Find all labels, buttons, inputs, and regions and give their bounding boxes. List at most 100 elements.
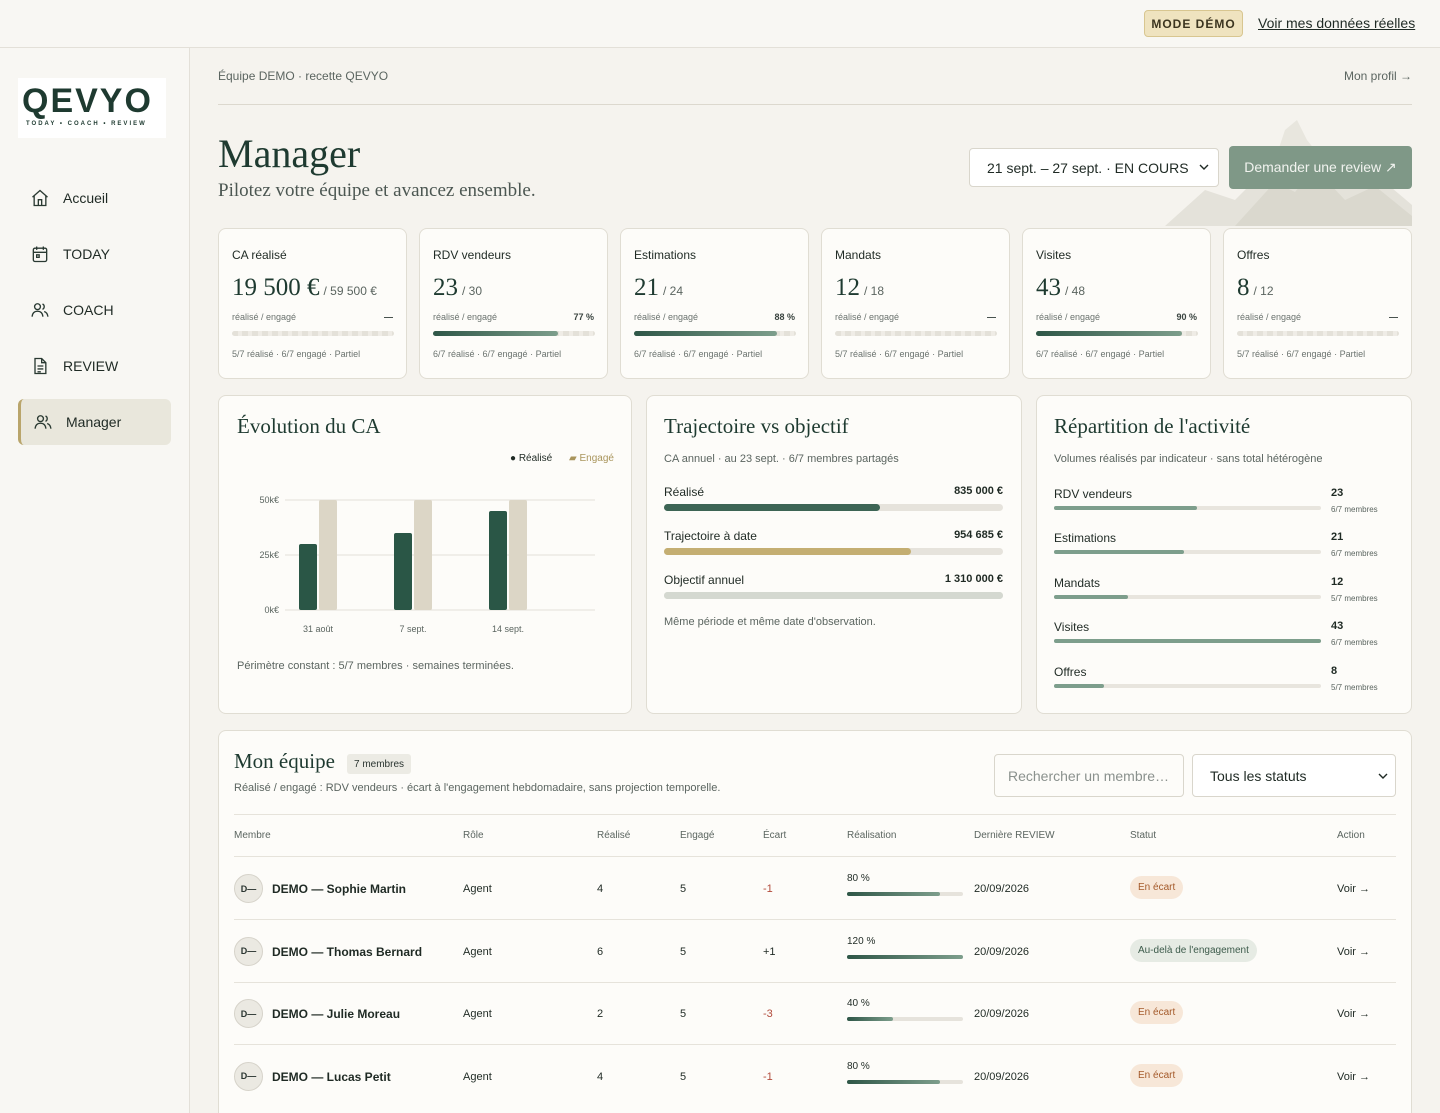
member-role: Agent	[463, 945, 492, 958]
trajectory-value: 835 000 €	[954, 485, 1003, 497]
avatar: D—	[234, 936, 263, 966]
repartition-value: 21	[1331, 531, 1344, 543]
chevron-down-icon	[1378, 773, 1388, 779]
repartition-members: 6/7 membres	[1331, 549, 1378, 558]
column-header: Rôle	[463, 830, 484, 841]
kpi-sub-label: réalisé / engagé	[433, 312, 498, 322]
trajectory-row: Réalisé 835 000 €	[664, 485, 1003, 511]
kpi-label: Estimations	[634, 248, 697, 262]
repartition-members: 5/7 membres	[1331, 683, 1378, 692]
member-name: DEMO — Thomas Bernard	[272, 944, 423, 959]
status-badge: En écart	[1130, 1063, 1184, 1087]
table-row[interactable]: D— DEMO — Sophie Martin Agent 4 5 -1 80 …	[234, 857, 1396, 919]
kpi-value-total: / 59 500 €	[323, 284, 377, 298]
sidebar-item-coach[interactable]: COACH	[18, 287, 171, 333]
repartition-value: 23	[1331, 487, 1344, 499]
repartition-fill	[1054, 639, 1321, 643]
trajectory-label: Trajectoire à date	[664, 529, 757, 543]
y-tick-label: 25k€	[259, 550, 279, 560]
legend-realise: ● Réalisé	[510, 453, 553, 464]
kpi-value: 12 / 18	[835, 274, 884, 302]
avatar: D—	[234, 874, 263, 903]
status-filter-value: Tous les statuts	[1210, 767, 1307, 784]
kpi-label: CA réalisé	[232, 248, 287, 262]
view-member-link[interactable]: Voir →	[1337, 1008, 1370, 1020]
repartition-fill	[1054, 550, 1185, 554]
realisation-fill	[847, 892, 940, 896]
avatar: D—	[234, 999, 263, 1028]
trajectory-row: Objectif annuel 1 310 000 €	[664, 573, 1003, 599]
table-row[interactable]: D— DEMO — Lucas Petit Agent 4 5 -1 80 % …	[234, 1045, 1396, 1107]
y-tick-label: 50k€	[259, 495, 279, 505]
member-ecart: -3	[763, 1008, 773, 1020]
member-engage: 5	[680, 1070, 687, 1083]
profile-link[interactable]: Mon profil →	[1344, 69, 1412, 83]
chart-note: Périmètre constant : 5/7 membres · semai…	[237, 660, 514, 672]
sidebar-item-accueil[interactable]: Accueil	[18, 175, 171, 221]
home-icon	[32, 189, 48, 207]
bar-engage	[509, 500, 527, 610]
week-select[interactable]: 21 sept. – 27 sept. · EN COURS	[969, 148, 1219, 187]
view-member-link[interactable]: Voir →	[1337, 946, 1370, 958]
status-filter-select[interactable]: Tous les statuts	[1192, 754, 1396, 797]
last-review-date: 20/09/2026	[974, 945, 1030, 958]
kpi-percent: 88 %	[774, 312, 795, 322]
week-select-value: 21 sept. – 27 sept. · EN COURS	[987, 159, 1189, 176]
kpi-value-main: 19 500 €	[232, 274, 320, 301]
kpi-progress-track	[433, 331, 595, 336]
demo-mode-badge: MODE DÉMO	[1144, 10, 1243, 37]
users-icon	[31, 303, 49, 317]
member-ecart: +1	[763, 945, 776, 958]
sidebar-item-today[interactable]: TODAY	[18, 231, 171, 277]
kpi-footnote: 5/7 réalisé · 6/7 engagé · Partiel	[1237, 349, 1366, 359]
sidebar-item-review[interactable]: REVIEW	[18, 343, 171, 389]
member-realise: 4	[597, 1070, 604, 1083]
kpi-label: Offres	[1237, 248, 1270, 262]
realisation-track	[847, 892, 963, 896]
view-member-link[interactable]: Voir →	[1337, 883, 1370, 895]
kpi-progress-track	[1237, 331, 1399, 336]
kpi-footnote: 6/7 réalisé · 6/7 engagé · Partiel	[634, 349, 763, 359]
repartition-value: 8	[1331, 665, 1338, 677]
repartition-row: RDV vendeurs 23 6/7 membres	[1054, 487, 1394, 514]
repartition-members: 6/7 membres	[1331, 505, 1378, 514]
realisation-percent: 80 %	[847, 873, 870, 884]
trajectory-fill	[664, 548, 912, 555]
kpi-percent: —	[1389, 312, 1398, 322]
last-review-date: 20/09/2026	[974, 1070, 1030, 1083]
y-tick-label: 0k€	[264, 605, 279, 615]
table-row[interactable]: D— DEMO — Julie Moreau Agent 2 5 -3 40 %…	[234, 982, 1396, 1044]
repartition-row: Offres 8 5/7 membres	[1054, 665, 1394, 692]
status-badge: Au-delà de l'engagement	[1130, 938, 1257, 962]
member-engage: 5	[680, 945, 687, 958]
chevron-down-icon	[1199, 164, 1209, 170]
table-row[interactable]: D— DEMO — Thomas Bernard Agent 6 5 +1 12…	[234, 920, 1396, 982]
table-divider	[234, 814, 1396, 815]
sidebar-item-manager[interactable]: Manager	[18, 399, 171, 445]
request-review-button[interactable]: Demander une review ↗	[1229, 146, 1412, 189]
kpi-percent: —	[987, 312, 996, 322]
realisation-fill	[847, 954, 963, 959]
trajectory-value: 954 685 €	[954, 529, 1003, 541]
x-tick-label: 14 sept.	[492, 624, 524, 634]
column-header: Membre	[234, 830, 271, 841]
repartition-row: Mandats 12 5/7 membres	[1054, 576, 1394, 603]
kpi-progress-track	[232, 331, 394, 336]
kpi-percent: 90 %	[1176, 312, 1197, 322]
trajectory-fill	[664, 504, 880, 511]
kpi-value-total: / 30	[462, 284, 483, 298]
member-role: Agent	[463, 1070, 492, 1083]
page-title: Manager	[218, 131, 361, 176]
kpi-footnote: 6/7 réalisé · 6/7 engagé · Partiel	[1036, 349, 1165, 359]
member-search-input[interactable]	[994, 754, 1184, 797]
view-member-link[interactable]: Voir →	[1337, 1071, 1370, 1083]
kpi-card: Estimations 21 / 24 réalisé / engagé 88 %…	[620, 228, 809, 379]
logo[interactable]: QEVYO TODAY • COACH • REVIEW	[18, 78, 166, 138]
trajectory-fill	[664, 592, 1003, 599]
team-subtitle: Réalisé / engagé : RDV vendeurs · écart …	[234, 782, 721, 794]
users-icon	[34, 415, 52, 429]
team-title: Mon équipe	[234, 749, 335, 773]
member-engage: 5	[680, 883, 687, 895]
bar-realise	[489, 511, 507, 610]
real-data-link[interactable]: Voir mes données réelles	[1258, 15, 1415, 31]
